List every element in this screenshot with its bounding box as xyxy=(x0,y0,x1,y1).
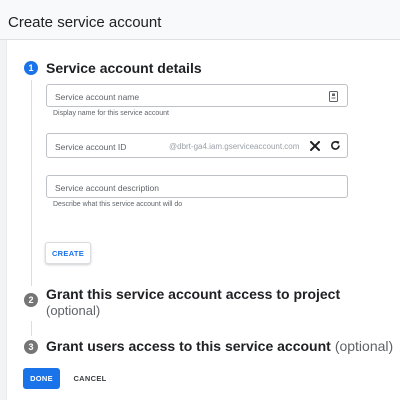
step-2-optional: (optional) xyxy=(46,303,101,318)
step-1-title[interactable]: Service account details xyxy=(46,60,202,76)
step-3-indicator: 3 xyxy=(24,340,38,354)
refresh-icon[interactable] xyxy=(329,139,342,152)
step-connector-1 xyxy=(31,80,32,286)
service-account-name-placeholder: Service account name xyxy=(55,92,140,102)
step-3-optional: (optional) xyxy=(334,338,394,354)
service-account-id-label: Service account ID xyxy=(55,142,127,152)
left-panel-edge xyxy=(0,40,7,400)
service-account-name-hint: Display name for this service account xyxy=(53,110,169,117)
contact-card-icon xyxy=(328,90,339,102)
step-3-title[interactable]: Grant users access to this service accou… xyxy=(46,338,393,354)
create-button[interactable]: CREATE xyxy=(45,242,91,264)
service-account-description-placeholder: Service account description xyxy=(55,183,159,193)
service-account-id-suffix: @dbrt-ga4.iam.gserviceaccount.com xyxy=(169,142,300,151)
service-account-description-hint: Describe what this service account will … xyxy=(53,201,183,208)
service-account-id-field[interactable]: Service account ID @dbrt-ga4.iam.gservic… xyxy=(46,133,348,158)
step-2-title[interactable]: Grant this service account access to pro… xyxy=(46,286,340,302)
close-icon[interactable] xyxy=(309,140,321,152)
service-account-name-field[interactable]: Service account name xyxy=(46,84,348,107)
top-bar: Create service account xyxy=(0,0,400,40)
page-title: Create service account xyxy=(8,14,162,31)
step-1-indicator: 1 xyxy=(24,61,38,75)
step-2-indicator: 2 xyxy=(24,293,38,307)
done-button[interactable]: DONE xyxy=(23,368,60,389)
step-3-title-text: Grant users access to this service accou… xyxy=(46,338,331,354)
cancel-button[interactable]: CANCEL xyxy=(70,368,110,389)
step-connector-2 xyxy=(31,321,32,336)
service-account-description-field[interactable]: Service account description xyxy=(46,175,348,198)
